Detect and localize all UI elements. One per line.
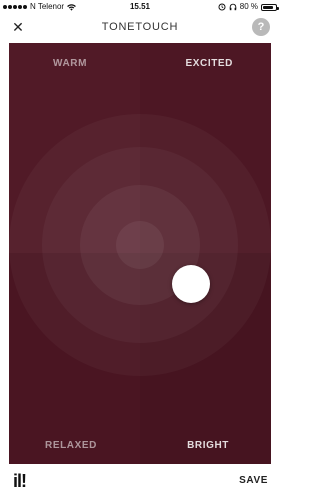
logo-icon: il! xyxy=(13,471,27,491)
battery-level xyxy=(263,5,273,9)
nav-bar: ✕ TONETOUCH ? xyxy=(0,14,280,42)
app-screen: N Telenor 15.51 80 % ✕ TONETOUCH ? WARM … xyxy=(0,0,280,498)
label-relaxed: RELAXED xyxy=(45,440,97,451)
alarm-icon xyxy=(218,3,226,11)
tone-knob[interactable] xyxy=(172,265,210,303)
label-warm: WARM xyxy=(53,58,88,69)
pad-ring-center xyxy=(116,221,164,269)
tone-pad[interactable]: WARM EXCITED RELAXED BRIGHT xyxy=(9,43,271,464)
save-button[interactable]: SAVE xyxy=(239,475,268,486)
status-right: 80 % xyxy=(218,0,279,14)
status-bar: N Telenor 15.51 80 % xyxy=(0,0,280,14)
bottom-bar: il! SAVE xyxy=(0,464,280,498)
label-bright: BRIGHT xyxy=(187,440,229,451)
help-icon[interactable]: ? xyxy=(252,18,270,36)
headphones-icon xyxy=(229,3,237,11)
battery-icon xyxy=(261,3,279,11)
battery-percent: 80 % xyxy=(239,2,258,11)
label-excited: EXCITED xyxy=(185,58,233,69)
page-title: TONETOUCH xyxy=(101,21,179,33)
